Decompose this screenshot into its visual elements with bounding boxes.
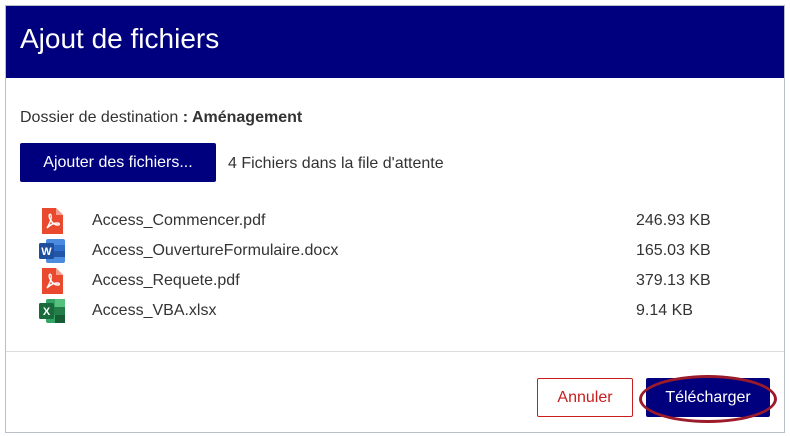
file-name: Access_Requete.pdf [92, 272, 240, 289]
dialog-title: Ajout de fichiers [20, 23, 220, 54]
cancel-button[interactable]: Annuler [537, 378, 633, 417]
add-files-button[interactable]: Ajouter des fichiers... [20, 143, 216, 182]
file-row: Access_Requete.pdf 379.13 KB [34, 266, 734, 296]
pdf-file-icon [38, 207, 66, 235]
file-name: Access_Commencer.pdf [92, 212, 266, 229]
file-row: X Access_VBA.xlsx 9.14 KB [34, 296, 734, 326]
svg-text:W: W [41, 246, 52, 258]
queue-status: 4 Fichiers dans la file d'attente [228, 155, 444, 172]
file-list: Access_Commencer.pdf 246.93 KB W Access_… [34, 206, 734, 326]
file-size: 9.14 KB [636, 302, 693, 319]
upload-dialog: Ajout de fichiers Dossier de destination… [5, 5, 785, 433]
destination-folder-name: Aménagement [191, 109, 303, 126]
excel-file-icon: X [38, 297, 66, 325]
file-name: Access_VBA.xlsx [92, 302, 217, 319]
word-file-icon: W [38, 237, 66, 265]
file-row: Access_Commencer.pdf 246.93 KB [34, 206, 734, 236]
file-row: W Access_OuvertureFormulaire.docx 165.03… [34, 236, 734, 266]
destination-label: Dossier de destination [20, 109, 179, 126]
svg-text:X: X [43, 306, 51, 318]
file-size: 246.93 KB [636, 212, 711, 229]
footer-divider [6, 351, 784, 352]
file-name: Access_OuvertureFormulaire.docx [92, 242, 339, 259]
destination-folder-row: Dossier de destination : Aménagement [20, 109, 302, 127]
file-size: 379.13 KB [636, 272, 711, 289]
upload-button[interactable]: Télécharger [646, 378, 770, 417]
dialog-header: Ajout de fichiers [6, 6, 784, 78]
destination-separator: : [178, 109, 192, 126]
pdf-file-icon [38, 267, 66, 295]
file-size: 165.03 KB [636, 242, 711, 259]
